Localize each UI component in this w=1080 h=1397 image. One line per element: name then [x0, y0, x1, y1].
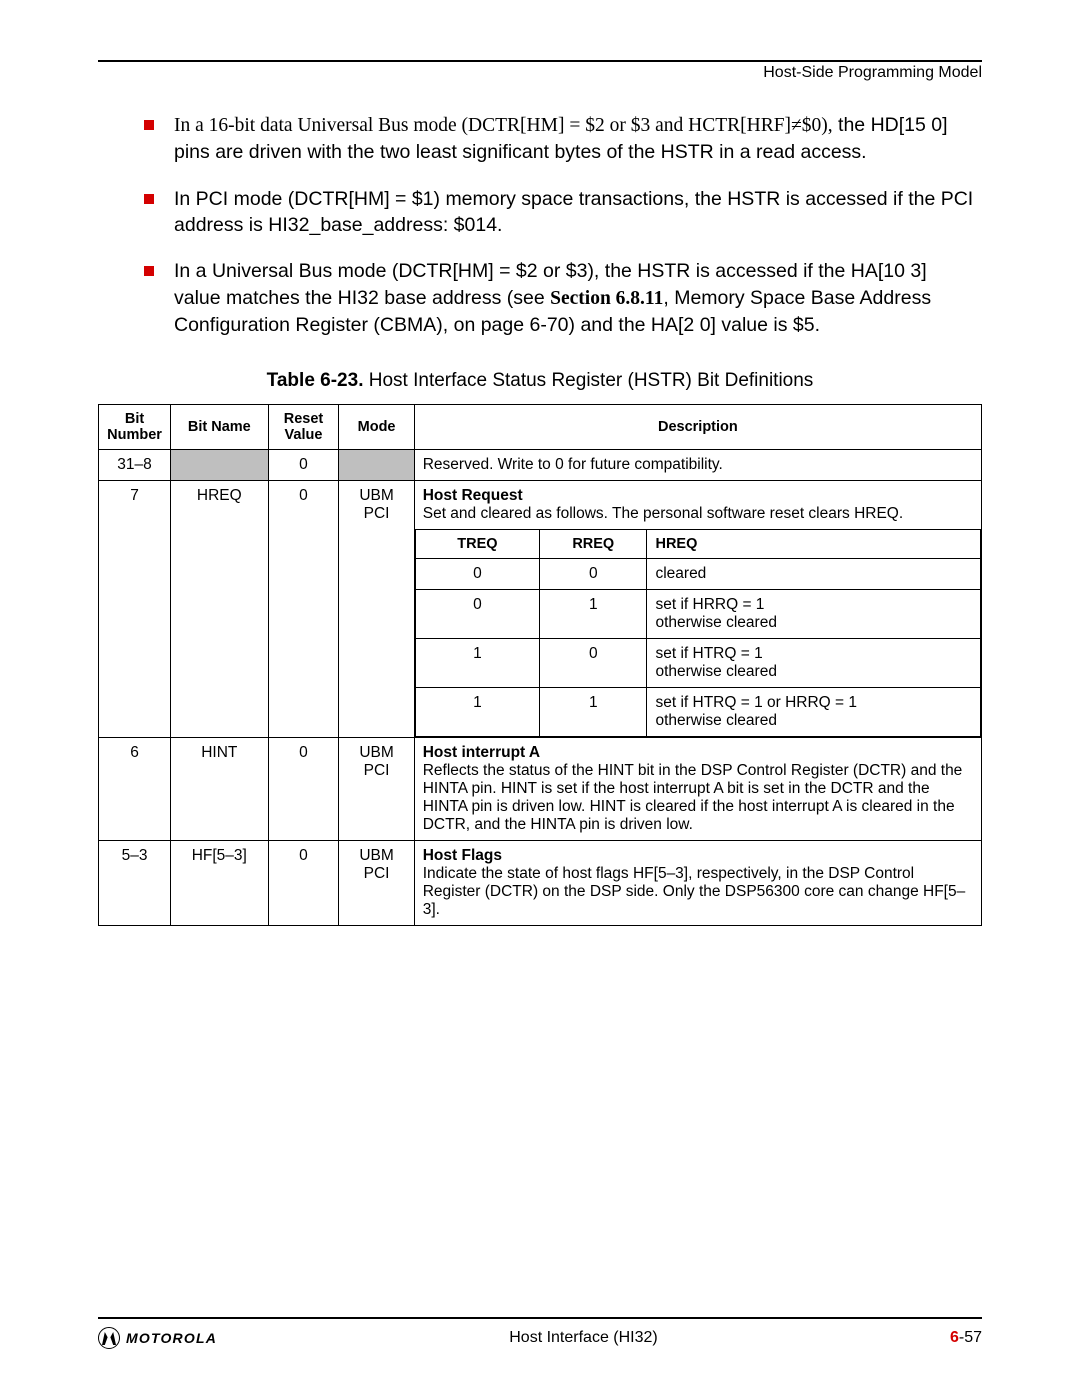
- header-rule: [98, 60, 982, 62]
- bullet-text: In PCI mode (DCTR[HM] = $1) memory space…: [174, 186, 976, 239]
- cell-desc: Host Request Set and cleared as follows.…: [414, 481, 981, 530]
- cell: cleared: [647, 559, 981, 590]
- inner-row: 1 1 set if HTRQ = 1 or HRRQ = 1 otherwis…: [415, 688, 980, 737]
- desc-body: Reflects the status of the HINT bit in t…: [423, 762, 963, 833]
- table-row: 6 HINT 0 UBM PCI Host interrupt A Reflec…: [99, 738, 982, 841]
- footer-rule: [98, 1317, 982, 1319]
- th-name: Bit Name: [171, 405, 268, 450]
- bullet-icon: [144, 120, 154, 130]
- cell-bit: 6: [99, 738, 171, 841]
- cell-bit: 5–3: [99, 841, 171, 926]
- bullet-list: In a 16-bit data Universal Bus mode (DCT…: [144, 112, 976, 338]
- cell-mode: UBM PCI: [339, 841, 414, 926]
- bullet-lead-serif: In a 16-bit data Universal Bus mode (DCT…: [174, 115, 833, 136]
- cell: 1: [415, 688, 539, 737]
- cell: set if HRRQ = 1 otherwise cleared: [647, 590, 981, 639]
- table-caption: Table 6-23. Host Interface Status Regist…: [98, 370, 982, 392]
- cell: set if HTRQ = 1 otherwise cleared: [647, 639, 981, 688]
- th-mode: Mode: [339, 405, 414, 450]
- cell-name: HINT: [171, 738, 268, 841]
- cell: 0: [540, 639, 647, 688]
- list-item: In a 16-bit data Universal Bus mode (DCT…: [144, 112, 976, 166]
- cell: 0: [540, 559, 647, 590]
- desc-title: Host Flags: [423, 847, 502, 864]
- section-ref: Section 6.8.11: [550, 288, 663, 309]
- cell: 0: [415, 590, 539, 639]
- desc-title: Host Request: [423, 487, 523, 504]
- hstr-table: Bit Number Bit Name Reset Value Mode Des…: [98, 404, 982, 926]
- cell-mode: UBM PCI: [339, 738, 414, 841]
- cell: 1: [540, 590, 647, 639]
- hreq-inner-table: TREQ RREQ HREQ 0 0 cleared 0 1 set if HR…: [415, 529, 981, 737]
- cell-name: HF[5–3]: [171, 841, 268, 926]
- table-row: 7 HREQ 0 UBM PCI Host Request Set and cl…: [99, 481, 982, 530]
- table-title: Host Interface Status Register (HSTR) Bi…: [363, 370, 813, 391]
- cell-reset: 0: [268, 481, 339, 738]
- inner-row: 0 0 cleared: [415, 559, 980, 590]
- th-bit: Bit Number: [99, 405, 171, 450]
- cell: 1: [540, 688, 647, 737]
- th-treq: TREQ: [415, 530, 539, 559]
- cell-bit: 31–8: [99, 450, 171, 481]
- cell-desc: Host Flags Indicate the state of host fl…: [414, 841, 981, 926]
- cell-name: [171, 450, 268, 481]
- cell-reset: 0: [268, 738, 339, 841]
- table-row: 31–8 0 Reserved. Write to 0 for future c…: [99, 450, 982, 481]
- cell-desc: Host interrupt A Reflects the status of …: [414, 738, 981, 841]
- table-row: 5–3 HF[5–3] 0 UBM PCI Host Flags Indicat…: [99, 841, 982, 926]
- brand-text: MOTOROLA: [126, 1330, 217, 1346]
- bullet-icon: [144, 266, 154, 276]
- inner-row: 1 0 set if HTRQ = 1 otherwise cleared: [415, 639, 980, 688]
- cell-name: HREQ: [171, 481, 268, 738]
- running-header: Host-Side Programming Model: [98, 64, 982, 82]
- page-number: 6-57: [950, 1329, 982, 1347]
- th-hreq: HREQ: [647, 530, 981, 559]
- brand-logo: MOTOROLA: [98, 1327, 217, 1349]
- th-rreq: RREQ: [540, 530, 647, 559]
- inner-table-cell: TREQ RREQ HREQ 0 0 cleared 0 1 set if HR…: [414, 530, 981, 738]
- cell-mode: UBM PCI: [339, 481, 414, 738]
- cell: 1: [415, 639, 539, 688]
- page-footer: MOTOROLA Host Interface (HI32) 6-57: [98, 1317, 982, 1349]
- desc-title: Host interrupt A: [423, 744, 540, 761]
- cell: set if HTRQ = 1 or HRRQ = 1 otherwise cl…: [647, 688, 981, 737]
- cell-reset: 0: [268, 450, 339, 481]
- cell-reset: 0: [268, 841, 339, 926]
- cell-mode: [339, 450, 414, 481]
- desc-body: Indicate the state of host flags HF[5–3]…: [423, 865, 965, 918]
- desc-body: Set and cleared as follows. The personal…: [423, 505, 903, 522]
- list-item: In PCI mode (DCTR[HM] = $1) memory space…: [144, 186, 976, 239]
- footer-center: Host Interface (HI32): [509, 1329, 658, 1347]
- th-reset: Reset Value: [268, 405, 339, 450]
- motorola-icon: [98, 1327, 120, 1349]
- inner-row: 0 1 set if HRRQ = 1 otherwise cleared: [415, 590, 980, 639]
- cell-desc: Reserved. Write to 0 for future compatib…: [414, 450, 981, 481]
- bullet-icon: [144, 194, 154, 204]
- cell: 0: [415, 559, 539, 590]
- table-label: Table 6-23.: [267, 370, 364, 391]
- list-item: In a Universal Bus mode (DCTR[HM] = $2 o…: [144, 258, 976, 338]
- th-desc: Description: [414, 405, 981, 450]
- cell-bit: 7: [99, 481, 171, 738]
